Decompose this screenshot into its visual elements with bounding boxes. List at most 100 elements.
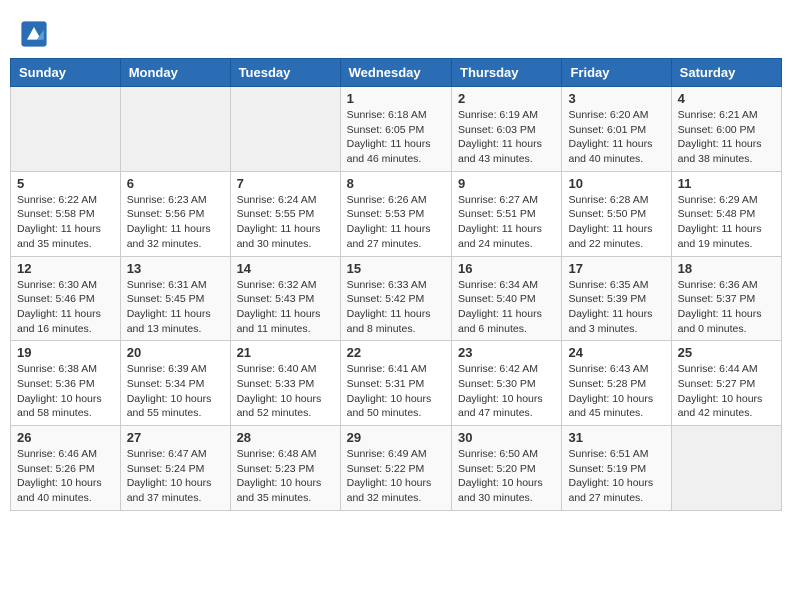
calendar-cell: 11 Sunrise: 6:29 AM Sunset: 5:48 PM Dayli… xyxy=(671,171,781,256)
day-info: Sunrise: 6:34 AM Sunset: 5:40 PM Dayligh… xyxy=(458,278,555,337)
day-number: 19 xyxy=(17,345,114,360)
calendar-cell: 19 Sunrise: 6:38 AM Sunset: 5:36 PM Dayli… xyxy=(11,341,121,426)
day-info: Sunrise: 6:24 AM Sunset: 5:55 PM Dayligh… xyxy=(237,193,334,252)
day-number: 3 xyxy=(568,91,664,106)
calendar-cell: 15 Sunrise: 6:33 AM Sunset: 5:42 PM Dayli… xyxy=(340,256,451,341)
day-number: 27 xyxy=(127,430,224,445)
calendar-cell: 31 Sunrise: 6:51 AM Sunset: 5:19 PM Dayli… xyxy=(562,426,671,511)
day-number: 2 xyxy=(458,91,555,106)
calendar-header-row: SundayMondayTuesdayWednesdayThursdayFrid… xyxy=(11,59,782,87)
day-number: 11 xyxy=(678,176,775,191)
day-number: 24 xyxy=(568,345,664,360)
day-number: 6 xyxy=(127,176,224,191)
logo xyxy=(20,20,52,48)
calendar-cell: 13 Sunrise: 6:31 AM Sunset: 5:45 PM Dayli… xyxy=(120,256,230,341)
calendar-cell xyxy=(120,87,230,172)
day-number: 29 xyxy=(347,430,445,445)
day-number: 15 xyxy=(347,261,445,276)
day-info: Sunrise: 6:22 AM Sunset: 5:58 PM Dayligh… xyxy=(17,193,114,252)
day-number: 9 xyxy=(458,176,555,191)
calendar-cell: 4 Sunrise: 6:21 AM Sunset: 6:00 PM Daylig… xyxy=(671,87,781,172)
calendar-header-sunday: Sunday xyxy=(11,59,121,87)
day-info: Sunrise: 6:39 AM Sunset: 5:34 PM Dayligh… xyxy=(127,362,224,421)
day-number: 18 xyxy=(678,261,775,276)
day-number: 22 xyxy=(347,345,445,360)
day-info: Sunrise: 6:51 AM Sunset: 5:19 PM Dayligh… xyxy=(568,447,664,506)
calendar-week-2: 5 Sunrise: 6:22 AM Sunset: 5:58 PM Daylig… xyxy=(11,171,782,256)
day-number: 13 xyxy=(127,261,224,276)
calendar-cell: 17Sunrise: 6:35 AM Sunset: 5:39 PM Dayli… xyxy=(562,256,671,341)
day-number: 23 xyxy=(458,345,555,360)
day-number: 31 xyxy=(568,430,664,445)
day-info: Sunrise: 6:44 AM Sunset: 5:27 PM Dayligh… xyxy=(678,362,775,421)
day-number: 16 xyxy=(458,261,555,276)
calendar-cell: 25 Sunrise: 6:44 AM Sunset: 5:27 PM Dayli… xyxy=(671,341,781,426)
calendar-cell: 9 Sunrise: 6:27 AM Sunset: 5:51 PM Daylig… xyxy=(452,171,562,256)
day-info: Sunrise: 6:36 AM Sunset: 5:37 PM Dayligh… xyxy=(678,278,775,337)
calendar-cell: 7 Sunrise: 6:24 AM Sunset: 5:55 PM Daylig… xyxy=(230,171,340,256)
calendar-cell: 22 Sunrise: 6:41 AM Sunset: 5:31 PM Dayli… xyxy=(340,341,451,426)
day-info: Sunrise: 6:38 AM Sunset: 5:36 PM Dayligh… xyxy=(17,362,114,421)
logo-icon xyxy=(20,20,48,48)
calendar-header-saturday: Saturday xyxy=(671,59,781,87)
calendar-header-friday: Friday xyxy=(562,59,671,87)
day-info: Sunrise: 6:41 AM Sunset: 5:31 PM Dayligh… xyxy=(347,362,445,421)
calendar-cell: 6 Sunrise: 6:23 AM Sunset: 5:56 PM Daylig… xyxy=(120,171,230,256)
calendar-week-4: 19 Sunrise: 6:38 AM Sunset: 5:36 PM Dayli… xyxy=(11,341,782,426)
day-number: 8 xyxy=(347,176,445,191)
calendar-cell xyxy=(230,87,340,172)
day-info: Sunrise: 6:28 AM Sunset: 5:50 PM Dayligh… xyxy=(568,193,664,252)
day-info: Sunrise: 6:21 AM Sunset: 6:00 PM Dayligh… xyxy=(678,108,775,167)
day-number: 4 xyxy=(678,91,775,106)
day-info: Sunrise: 6:43 AM Sunset: 5:28 PM Dayligh… xyxy=(568,362,664,421)
calendar-cell xyxy=(11,87,121,172)
calendar-cell xyxy=(671,426,781,511)
calendar-cell: 2Sunrise: 6:19 AM Sunset: 6:03 PM Daylig… xyxy=(452,87,562,172)
calendar-cell: 8 Sunrise: 6:26 AM Sunset: 5:53 PM Daylig… xyxy=(340,171,451,256)
calendar-cell: 5 Sunrise: 6:22 AM Sunset: 5:58 PM Daylig… xyxy=(11,171,121,256)
day-number: 20 xyxy=(127,345,224,360)
day-number: 30 xyxy=(458,430,555,445)
calendar-cell: 26Sunrise: 6:46 AM Sunset: 5:26 PM Dayli… xyxy=(11,426,121,511)
day-info: Sunrise: 6:23 AM Sunset: 5:56 PM Dayligh… xyxy=(127,193,224,252)
calendar-header-monday: Monday xyxy=(120,59,230,87)
calendar-cell: 27 Sunrise: 6:47 AM Sunset: 5:24 PM Dayli… xyxy=(120,426,230,511)
day-info: Sunrise: 6:29 AM Sunset: 5:48 PM Dayligh… xyxy=(678,193,775,252)
day-info: Sunrise: 6:20 AM Sunset: 6:01 PM Dayligh… xyxy=(568,108,664,167)
calendar-cell: 30 Sunrise: 6:50 AM Sunset: 5:20 PM Dayli… xyxy=(452,426,562,511)
calendar-cell: 10 Sunrise: 6:28 AM Sunset: 5:50 PM Dayli… xyxy=(562,171,671,256)
day-info: Sunrise: 6:33 AM Sunset: 5:42 PM Dayligh… xyxy=(347,278,445,337)
day-number: 14 xyxy=(237,261,334,276)
calendar-header-tuesday: Tuesday xyxy=(230,59,340,87)
day-info: Sunrise: 6:47 AM Sunset: 5:24 PM Dayligh… xyxy=(127,447,224,506)
day-number: 10 xyxy=(568,176,664,191)
calendar: SundayMondayTuesdayWednesdayThursdayFrid… xyxy=(10,58,782,511)
day-number: 5 xyxy=(17,176,114,191)
day-info: Sunrise: 6:48 AM Sunset: 5:23 PM Dayligh… xyxy=(237,447,334,506)
day-number: 1 xyxy=(347,91,445,106)
day-info: Sunrise: 6:40 AM Sunset: 5:33 PM Dayligh… xyxy=(237,362,334,421)
calendar-cell: 23Sunrise: 6:42 AM Sunset: 5:30 PM Dayli… xyxy=(452,341,562,426)
calendar-cell: 18 Sunrise: 6:36 AM Sunset: 5:37 PM Dayli… xyxy=(671,256,781,341)
calendar-cell: 16 Sunrise: 6:34 AM Sunset: 5:40 PM Dayli… xyxy=(452,256,562,341)
calendar-cell: 1Sunrise: 6:18 AM Sunset: 6:05 PM Daylig… xyxy=(340,87,451,172)
day-info: Sunrise: 6:50 AM Sunset: 5:20 PM Dayligh… xyxy=(458,447,555,506)
calendar-cell: 20 Sunrise: 6:39 AM Sunset: 5:34 PM Dayli… xyxy=(120,341,230,426)
day-number: 25 xyxy=(678,345,775,360)
day-info: Sunrise: 6:32 AM Sunset: 5:43 PM Dayligh… xyxy=(237,278,334,337)
day-number: 28 xyxy=(237,430,334,445)
day-info: Sunrise: 6:49 AM Sunset: 5:22 PM Dayligh… xyxy=(347,447,445,506)
calendar-cell: 3 Sunrise: 6:20 AM Sunset: 6:01 PM Daylig… xyxy=(562,87,671,172)
calendar-cell: 29 Sunrise: 6:49 AM Sunset: 5:22 PM Dayli… xyxy=(340,426,451,511)
day-info: Sunrise: 6:31 AM Sunset: 5:45 PM Dayligh… xyxy=(127,278,224,337)
calendar-cell: 28 Sunrise: 6:48 AM Sunset: 5:23 PM Dayli… xyxy=(230,426,340,511)
calendar-week-5: 26Sunrise: 6:46 AM Sunset: 5:26 PM Dayli… xyxy=(11,426,782,511)
day-info: Sunrise: 6:27 AM Sunset: 5:51 PM Dayligh… xyxy=(458,193,555,252)
day-number: 7 xyxy=(237,176,334,191)
day-info: Sunrise: 6:26 AM Sunset: 5:53 PM Dayligh… xyxy=(347,193,445,252)
day-number: 26 xyxy=(17,430,114,445)
calendar-cell: 14 Sunrise: 6:32 AM Sunset: 5:43 PM Dayli… xyxy=(230,256,340,341)
day-number: 17 xyxy=(568,261,664,276)
day-number: 21 xyxy=(237,345,334,360)
calendar-week-1: 1Sunrise: 6:18 AM Sunset: 6:05 PM Daylig… xyxy=(11,87,782,172)
